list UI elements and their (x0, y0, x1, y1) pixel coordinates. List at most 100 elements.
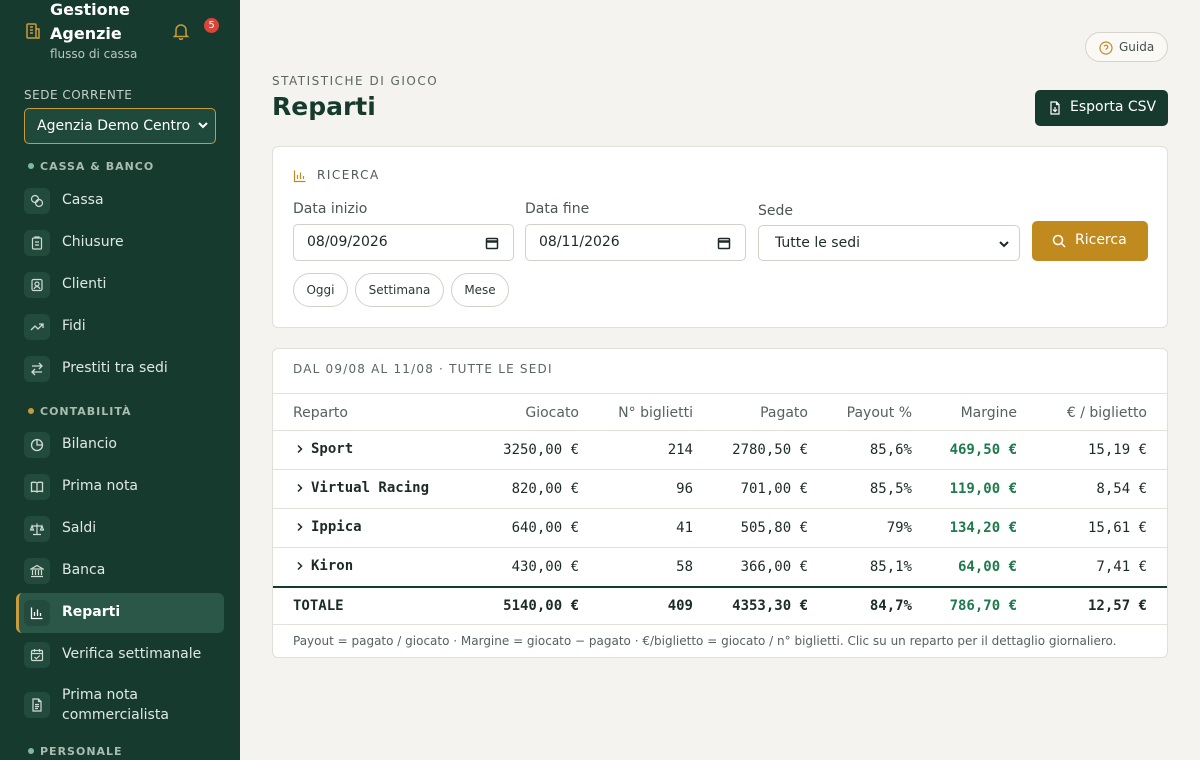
file-download-icon (1050, 101, 1060, 115)
cell-margine: 64,00 € (957, 559, 1017, 575)
cell-margine: 469,50 € (949, 442, 1017, 458)
end-date-input[interactable]: 08/11/2026 (525, 224, 746, 261)
bell-icon[interactable] (172, 22, 190, 40)
col-per-biglietto: € / biglietto (1066, 405, 1147, 421)
section-contabilita: CONTABILITÀ (28, 405, 132, 418)
sidebar-item-reparti[interactable]: Reparti (16, 593, 224, 633)
total-pagato: 4353,30 € (732, 598, 808, 614)
search-button[interactable]: Ricerca (1032, 221, 1148, 261)
section-cassa-banco: CASSA & BANCO (28, 160, 154, 173)
cell-pagato: 505,80 € (740, 520, 808, 536)
col-pagato: Pagato (760, 405, 808, 421)
cell-pagato: 366,00 € (740, 559, 808, 575)
export-label: Esporta CSV (1070, 99, 1157, 115)
sede-label: SEDE CORRENTE (24, 88, 133, 102)
sidebar-item-label: Cassa (62, 192, 104, 208)
cell-pagato: 701,00 € (740, 481, 808, 497)
help-circle-icon (1099, 41, 1113, 55)
guide-button[interactable]: Guida (1085, 32, 1168, 62)
cell-giocato: 640,00 € (511, 520, 579, 536)
start-date-label: Data inizio (293, 201, 368, 217)
sidebar-item-prima-nota[interactable]: Prima nota (16, 467, 224, 507)
guide-label: Guida (1119, 40, 1155, 54)
chevron-right-icon[interactable] (295, 522, 305, 532)
cell-payout: 85,5% (869, 481, 912, 497)
sidebar-item-cassa[interactable]: Cassa (16, 181, 224, 221)
col-giocato: Giocato (525, 405, 579, 421)
building-icon (26, 23, 40, 39)
cell-per-biglietto: 7,41 € (1096, 559, 1147, 575)
section-personale: PERSONALE (28, 745, 123, 758)
sidebar-item-prima-nota-commercialista[interactable]: Prima nota commercialista (16, 683, 224, 727)
sidebar-item-bilancio[interactable]: Bilancio (16, 425, 224, 465)
quick-month-button[interactable]: Mese (451, 273, 509, 307)
sede-value: Agenzia Demo Centro (37, 118, 191, 134)
total-margine: 786,70 € (949, 598, 1017, 614)
sidebar-item-label: Prestiti tra sedi (62, 360, 168, 376)
cell-margine: 119,00 € (949, 481, 1017, 497)
brand: Gestione Agenzie flusso di cassa (24, 0, 224, 70)
sidebar-item-fidi[interactable]: Fidi (16, 307, 224, 347)
total-label: TOTALE (293, 598, 344, 614)
sidebar-item-label: Prima nota commercialista (62, 687, 169, 723)
total-giocato: 5140,00 € (503, 598, 579, 614)
calendar-check-icon (30, 649, 44, 662)
cell-biglietti: 214 (667, 442, 693, 458)
col-payout: Payout % (846, 405, 912, 421)
sidebar-item-saldi[interactable]: Saldi (16, 509, 224, 549)
quick-today-button[interactable]: Oggi (293, 273, 348, 307)
cell-per-biglietto: 15,61 € (1087, 520, 1147, 536)
cell-reparto[interactable]: Virtual Racing (311, 480, 429, 496)
cell-pagato: 2780,50 € (732, 442, 808, 458)
col-margine: Margine (960, 405, 1017, 421)
cell-reparto[interactable]: Sport (311, 441, 353, 457)
chevron-right-icon[interactable] (295, 444, 305, 454)
cell-biglietti: 58 (676, 559, 693, 575)
calendar-icon[interactable] (717, 236, 731, 250)
chevron-right-icon[interactable] (295, 483, 305, 493)
cell-payout: 85,6% (869, 442, 912, 458)
chevron-right-icon[interactable] (295, 561, 305, 571)
range-label: DAL 09/08 AL 11/08 · TUTTE LE SEDI (293, 362, 553, 376)
bank-icon (30, 564, 44, 578)
sede-select[interactable]: Agenzia Demo Centro (24, 108, 216, 144)
app-title: Gestione Agenzie (50, 0, 130, 43)
sidebar-item-banca[interactable]: Banca (16, 551, 224, 591)
arrows-exchange-icon (31, 362, 43, 376)
cell-biglietti: 96 (676, 481, 693, 497)
document-icon (32, 698, 42, 712)
cell-reparto[interactable]: Ippica (311, 519, 362, 535)
page-title: Reparti (272, 92, 376, 121)
cell-payout: 79% (886, 520, 912, 536)
notification-badge: 5 (204, 18, 219, 33)
sidebar-item-label: Verifica settimanale (62, 646, 202, 662)
cell-giocato: 820,00 € (511, 481, 579, 497)
contact-icon (31, 278, 43, 292)
sidebar-item-verifica-settimanale[interactable]: Verifica settimanale (16, 635, 224, 675)
sidebar-item-label: Clienti (62, 276, 107, 292)
start-date-input[interactable]: 08/09/2026 (293, 224, 514, 261)
sidebar-item-prestiti[interactable]: Prestiti tra sedi (16, 349, 224, 389)
scale-icon (30, 523, 44, 536)
sidebar-item-chiusure[interactable]: Chiusure (16, 223, 224, 263)
sede-filter-label: Sede (758, 203, 793, 219)
cell-giocato: 430,00 € (511, 559, 579, 575)
end-date-label: Data fine (525, 201, 590, 217)
sidebar-item-clienti[interactable]: Clienti (16, 265, 224, 305)
total-biglietti: 409 (667, 598, 693, 614)
coins-icon (30, 194, 44, 208)
cell-reparto[interactable]: Kiron (311, 558, 353, 574)
col-reparto: Reparto (293, 405, 348, 421)
book-icon (30, 481, 44, 493)
sidebar-item-label: Prima nota (62, 478, 139, 494)
export-csv-button[interactable]: Esporta CSV (1035, 90, 1168, 126)
sidebar-item-label: Saldi (62, 520, 97, 536)
search-button-label: Ricerca (1075, 232, 1127, 248)
calendar-icon[interactable] (485, 236, 499, 250)
bar-chart-icon (30, 607, 43, 620)
trend-icon (30, 323, 44, 331)
clipboard-icon (31, 236, 43, 250)
sidebar-item-label: Reparti (62, 604, 121, 620)
sede-filter-select[interactable]: Tutte le sedi (758, 225, 1020, 261)
quick-week-button[interactable]: Settimana (355, 273, 444, 307)
